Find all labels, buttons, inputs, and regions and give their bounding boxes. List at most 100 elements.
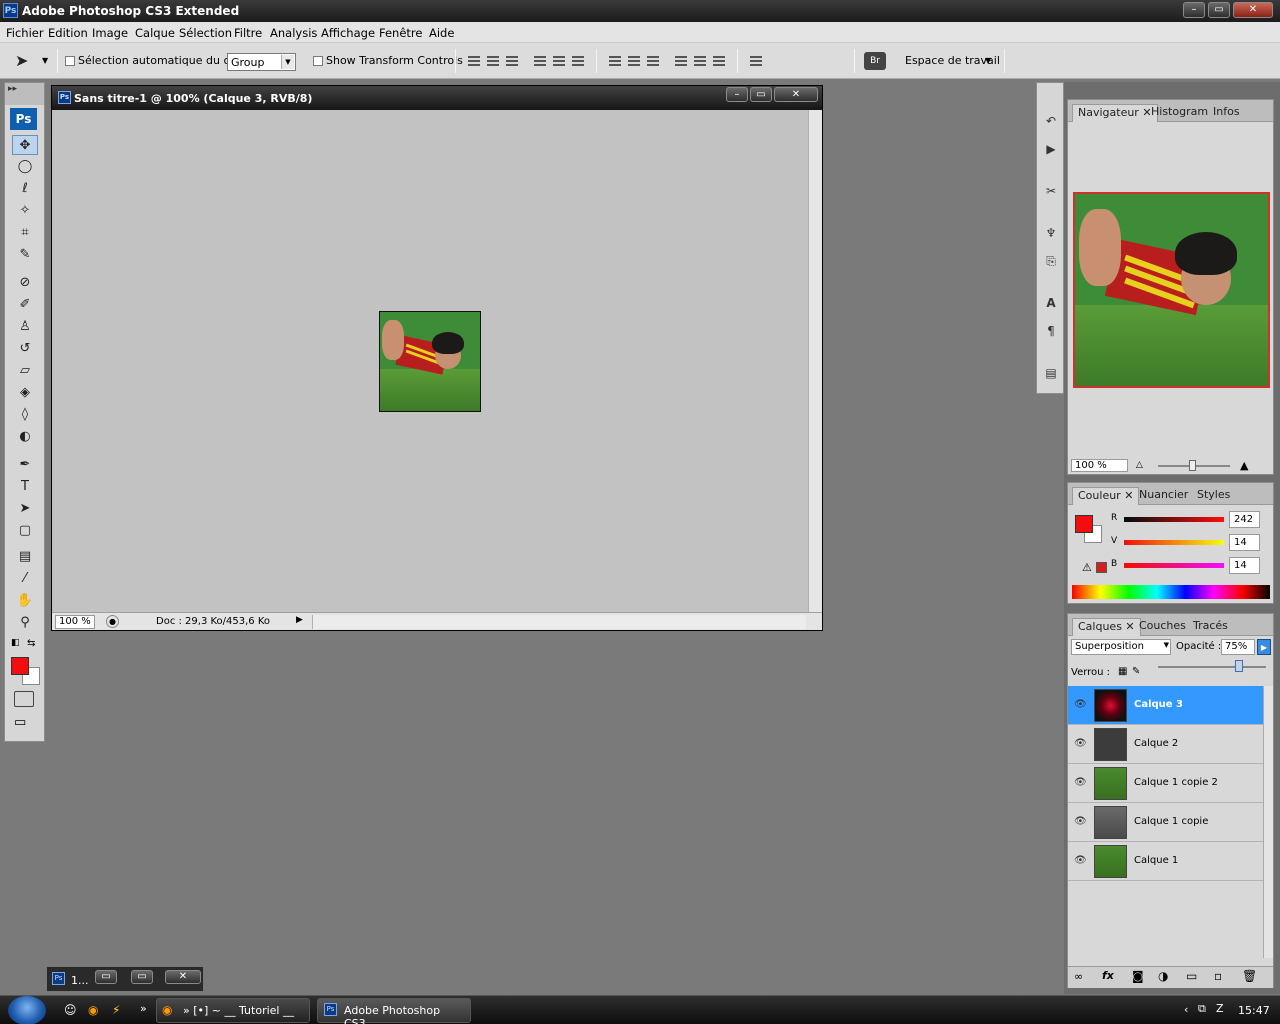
eyedropper-icon[interactable]: ⁄	[12, 569, 38, 589]
default-colors-icon[interactable]: ◧	[11, 638, 20, 648]
canvas-image[interactable]	[379, 311, 481, 412]
tab-infos[interactable]: Infos	[1208, 104, 1245, 122]
layer-visibility-eye-icon[interactable]: 👁	[1074, 738, 1087, 749]
move-tool-preset-icon[interactable]: ➤	[15, 51, 28, 70]
lock-transparency-icon[interactable]: ▦	[1118, 666, 1127, 677]
document-title-bar[interactable]: Ps Sans titre-1 @ 100% (Calque 3, RVB/8)…	[52, 86, 822, 110]
trash-icon[interactable]: 🗑	[1242, 969, 1257, 983]
channel-v-value[interactable]: 14	[1229, 534, 1260, 551]
color-fg-swatch[interactable]	[1075, 515, 1093, 533]
bridge-icon[interactable]: Br	[864, 52, 886, 70]
doc-close-button[interactable]: ✕	[774, 87, 818, 102]
tab-couleur[interactable]: Couleur ✕	[1072, 487, 1140, 505]
distribute-left-icon[interactable]	[673, 53, 689, 69]
path-select-icon[interactable]: ➤	[12, 499, 38, 519]
menu-fenetre[interactable]: Fenêtre	[379, 26, 422, 40]
history-panel-icon[interactable]: ↶	[1041, 111, 1061, 131]
slice-icon[interactable]: ✎	[12, 245, 38, 265]
align-vcenter-icon[interactable]	[485, 53, 501, 69]
channel-r-value[interactable]: 242	[1229, 511, 1260, 528]
status-options-icon[interactable]: ●	[106, 615, 119, 628]
zoom-icon[interactable]: ⚲	[12, 613, 38, 633]
screen-mode-icon[interactable]: ▭	[14, 715, 26, 730]
layer-style-icon[interactable]: fx	[1102, 969, 1114, 982]
actions-panel-icon[interactable]: ▶	[1041, 139, 1061, 159]
distribute-vcenter-icon[interactable]	[626, 53, 642, 69]
type-icon[interactable]: T	[12, 477, 38, 497]
document-horizontal-scrollbar[interactable]	[312, 615, 806, 629]
distribute-hcenter-icon[interactable]	[692, 53, 708, 69]
mini-maximize-button[interactable]: ▭	[131, 970, 153, 984]
healing-brush-icon[interactable]: ⊘	[12, 273, 38, 293]
channel-v-slider[interactable]	[1124, 540, 1224, 545]
tab-styles[interactable]: Styles	[1192, 487, 1235, 505]
pen-icon[interactable]: ✒	[12, 455, 38, 475]
history-brush-icon[interactable]: ↺	[12, 339, 38, 359]
quicklaunch-more-icon[interactable]: »	[140, 1002, 147, 1015]
magic-wand-icon[interactable]: ✧	[12, 201, 38, 221]
close-button[interactable]: ✕	[1233, 2, 1273, 18]
transform-controls-checkbox[interactable]	[313, 56, 323, 66]
gamut-warning-icon[interactable]: ⚠	[1082, 561, 1092, 574]
opacity-slider-thumb[interactable]	[1235, 660, 1243, 672]
eraser-icon[interactable]: ▱	[12, 361, 38, 381]
blend-mode-dropdown[interactable]: Superposition ▼	[1071, 639, 1171, 655]
auto-select-checkbox[interactable]	[65, 56, 75, 66]
menu-affichage[interactable]: Affichage	[321, 26, 375, 40]
rectangle-shape-icon[interactable]: ▢	[12, 521, 38, 541]
new-group-icon[interactable]: ▭	[1186, 969, 1197, 983]
layer-row[interactable]: 👁 Calque 1 copie	[1068, 803, 1273, 842]
tools-panel-header[interactable]: ▸▸	[5, 83, 44, 105]
paragraph-panel-icon[interactable]: ¶	[1041, 321, 1061, 341]
tab-couches[interactable]: Couches	[1134, 618, 1191, 636]
dodge-icon[interactable]: ◐	[12, 427, 38, 447]
doc-maximize-button[interactable]: ▭	[750, 87, 772, 102]
quicklaunch-messenger-icon[interactable]: ☺	[64, 1003, 77, 1017]
channel-b-slider[interactable]	[1124, 563, 1224, 568]
quicklaunch-firefox-icon[interactable]: ◉	[88, 1003, 98, 1017]
menu-filtre[interactable]: Filtre	[234, 26, 262, 40]
auto-align-icon[interactable]	[748, 53, 764, 69]
layer-row[interactable]: 👁 Calque 1 copie 2	[1068, 764, 1273, 803]
menu-calque[interactable]: Calque	[135, 26, 175, 40]
layer-visibility-eye-icon[interactable]: 👁	[1074, 855, 1087, 866]
layer-visibility-eye-icon[interactable]: 👁	[1074, 777, 1087, 788]
lasso-icon[interactable]: ℓ	[12, 179, 38, 199]
distribute-top-icon[interactable]	[607, 53, 623, 69]
chevron-down-icon[interactable]: ▼	[985, 56, 991, 65]
quicklaunch-winamp-icon[interactable]: ⚡	[112, 1003, 120, 1017]
navigator-zoom-field[interactable]: 100 %	[1071, 459, 1128, 472]
new-layer-icon[interactable]: ▫	[1214, 969, 1222, 983]
menu-image[interactable]: Image	[92, 26, 128, 40]
document-zoom-field[interactable]: 100 %	[55, 615, 95, 629]
auto-select-dropdown[interactable]: Group ▼	[227, 53, 296, 71]
taskbar-firefox-button[interactable]: » [•] ~ __ Tutoriel __ ...	[156, 998, 310, 1024]
layer-row[interactable]: 👁 Calque 1	[1068, 842, 1273, 881]
lock-pixels-icon[interactable]: ✎	[1132, 666, 1140, 677]
adjustment-layer-icon[interactable]: ◑	[1158, 969, 1168, 983]
minimize-button[interactable]: –	[1183, 2, 1205, 18]
opacity-slider-toggle-icon[interactable]: ▶	[1257, 639, 1271, 655]
foreground-color-swatch[interactable]	[11, 657, 29, 675]
chevron-down-icon[interactable]: ▼	[42, 56, 48, 65]
menu-fichier[interactable]: Fichier	[6, 26, 44, 40]
layer-visibility-eye-icon[interactable]: 👁	[1074, 699, 1087, 710]
align-left-icon[interactable]	[532, 53, 548, 69]
tab-navigator[interactable]: Navigateur ✕	[1072, 104, 1158, 122]
distribute-bottom-icon[interactable]	[645, 53, 661, 69]
tray-expand-icon[interactable]: ‹	[1184, 1003, 1188, 1016]
tab-histogram[interactable]: Histogram	[1146, 104, 1213, 122]
channel-b-value[interactable]: 14	[1229, 557, 1260, 574]
navigator-zoom-thumb[interactable]	[1189, 460, 1196, 471]
maximize-button[interactable]: ▭	[1208, 2, 1230, 18]
paint-bucket-icon[interactable]: ◈	[12, 383, 38, 403]
minimized-document[interactable]: Ps 1... ▭ ▭ ✕	[46, 966, 204, 992]
tab-nuancier[interactable]: Nuancier	[1134, 487, 1193, 505]
zoom-in-icon[interactable]: ▲	[1240, 459, 1248, 472]
align-bottom-icon[interactable]	[504, 53, 520, 69]
distribute-right-icon[interactable]	[711, 53, 727, 69]
ellipse-marquee-icon[interactable]: ◯	[12, 157, 38, 177]
start-button[interactable]	[8, 996, 46, 1024]
move-tool-icon[interactable]: ✥	[12, 135, 38, 155]
channel-r-slider[interactable]	[1124, 517, 1224, 522]
